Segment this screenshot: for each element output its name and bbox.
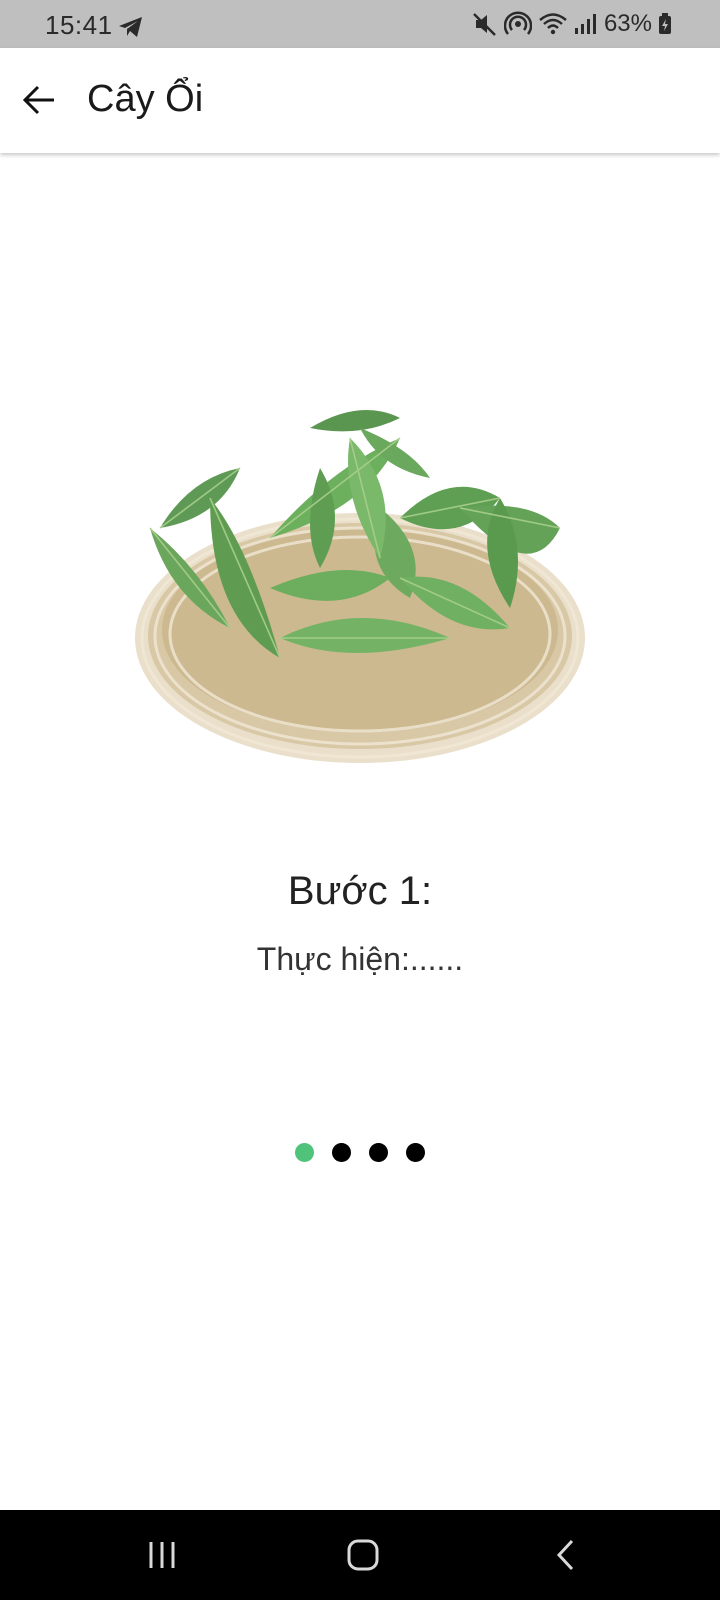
status-icons: 63% — [472, 8, 672, 40]
hotspot-icon — [503, 10, 532, 38]
step-title: Bước 1: — [287, 869, 433, 913]
home-button[interactable] — [333, 1530, 393, 1580]
recents-icon — [149, 1542, 175, 1568]
guava-leaves-image — [130, 398, 591, 864]
nav-back-button[interactable] — [536, 1530, 596, 1580]
page-title: Cây Ổi — [87, 78, 204, 120]
telegram-icon — [118, 16, 144, 38]
page-dot-1[interactable] — [295, 1143, 314, 1162]
arrow-left-icon — [22, 85, 54, 115]
battery-percent: 63% — [603, 10, 652, 37]
app-bar: Cây Ổi — [0, 48, 720, 153]
page-dot-4[interactable] — [406, 1143, 425, 1162]
system-nav-bar — [0, 1510, 720, 1600]
mute-icon — [472, 11, 498, 37]
back-button[interactable] — [14, 75, 64, 125]
home-icon — [347, 1539, 379, 1571]
battery-icon — [658, 13, 672, 35]
wifi-icon — [538, 11, 568, 37]
signal-icon — [574, 12, 596, 36]
page-dot-2[interactable] — [332, 1143, 351, 1162]
page-indicator — [0, 1143, 720, 1162]
status-bar: 15:41 63% — [0, 0, 720, 48]
step-description: Thực hiện:...... — [256, 941, 464, 977]
back-icon — [556, 1539, 574, 1571]
status-time: 15:41 — [45, 10, 113, 40]
recents-button[interactable] — [132, 1530, 192, 1580]
page-dot-3[interactable] — [369, 1143, 388, 1162]
step-content: Bước 1: Thực hiện:...... — [0, 153, 720, 1510]
